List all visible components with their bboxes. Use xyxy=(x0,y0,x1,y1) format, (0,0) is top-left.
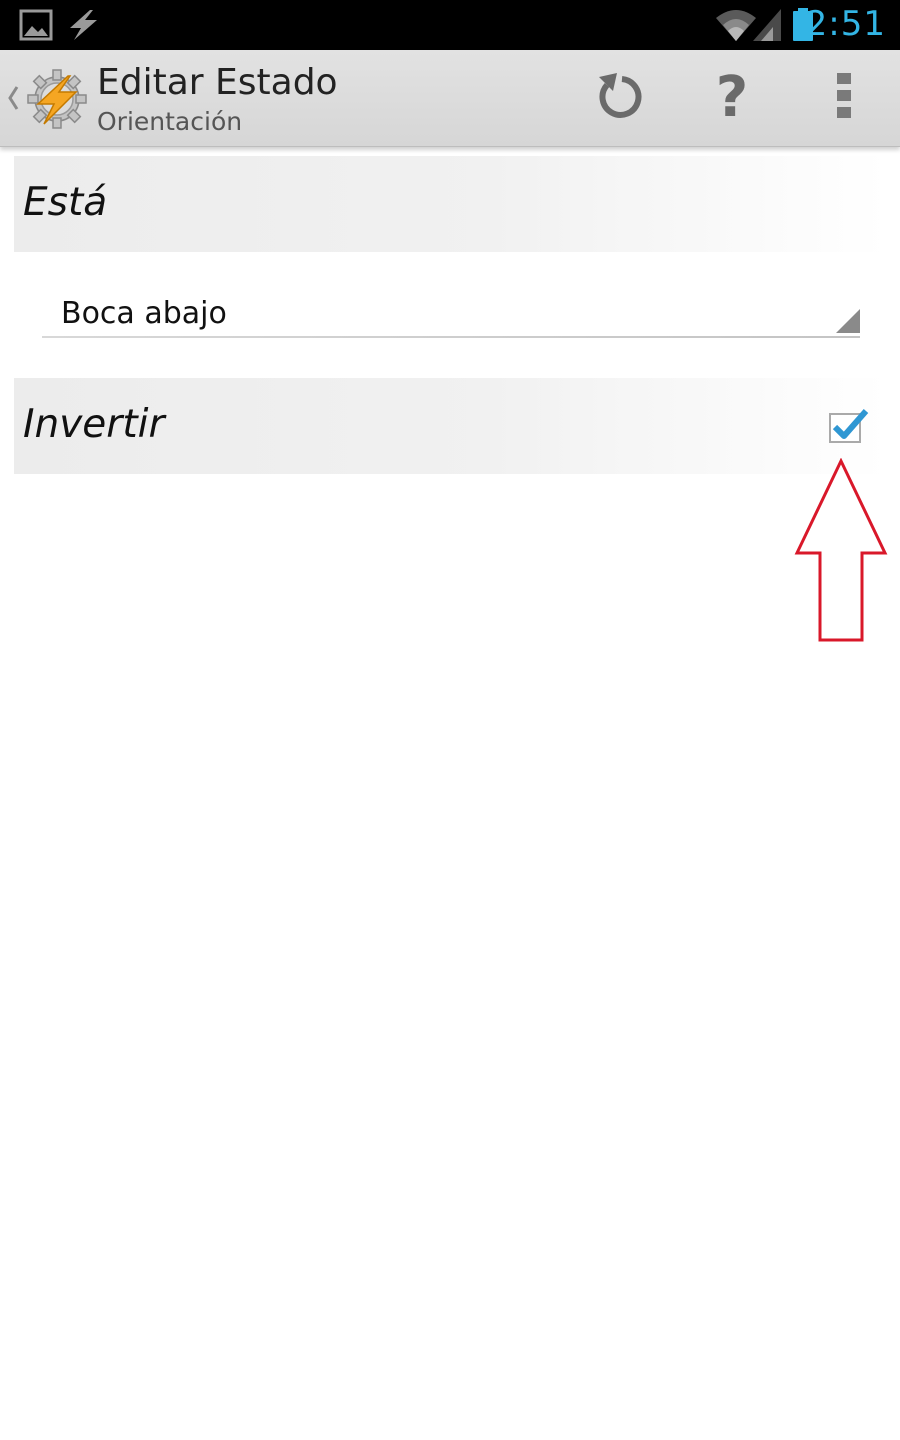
title-block: Editar Estado Orientación xyxy=(97,62,338,138)
status-time: 2:51 xyxy=(805,4,886,44)
gallery-icon xyxy=(19,9,53,46)
help-icon: ? xyxy=(715,65,749,130)
annotation-arrow-icon xyxy=(794,457,888,649)
tasker-app-icon xyxy=(26,68,88,135)
signal-icon xyxy=(752,8,782,47)
page-subtitle: Orientación xyxy=(97,107,243,136)
undo-icon xyxy=(595,69,645,128)
up-navigation-button[interactable] xyxy=(0,50,92,146)
state-section-header: Está xyxy=(14,156,886,252)
flash-icon xyxy=(66,9,100,46)
overflow-menu-icon xyxy=(836,71,852,126)
invert-section-label: Invertir xyxy=(23,402,165,447)
invert-checkbox[interactable] xyxy=(828,408,870,446)
overflow-menu-button[interactable] xyxy=(799,50,889,146)
undo-button[interactable] xyxy=(575,50,665,146)
action-bar: Editar Estado Orientación ? xyxy=(0,50,900,147)
state-section-label: Está xyxy=(23,180,108,225)
spinner-underline xyxy=(42,336,860,338)
spinner-value: Boca abajo xyxy=(61,296,227,331)
screen: 2:51 Editar Estado Orientación ? Está Bo… xyxy=(0,0,900,1440)
back-caret-icon xyxy=(6,84,20,117)
page-title: Editar Estado xyxy=(97,62,338,103)
orientation-spinner[interactable]: Boca abajo xyxy=(42,282,860,338)
help-button[interactable]: ? xyxy=(687,50,777,146)
status-bar: 2:51 xyxy=(0,0,900,50)
spinner-dropdown-icon xyxy=(836,309,860,338)
invert-section-header: Invertir xyxy=(14,378,886,474)
